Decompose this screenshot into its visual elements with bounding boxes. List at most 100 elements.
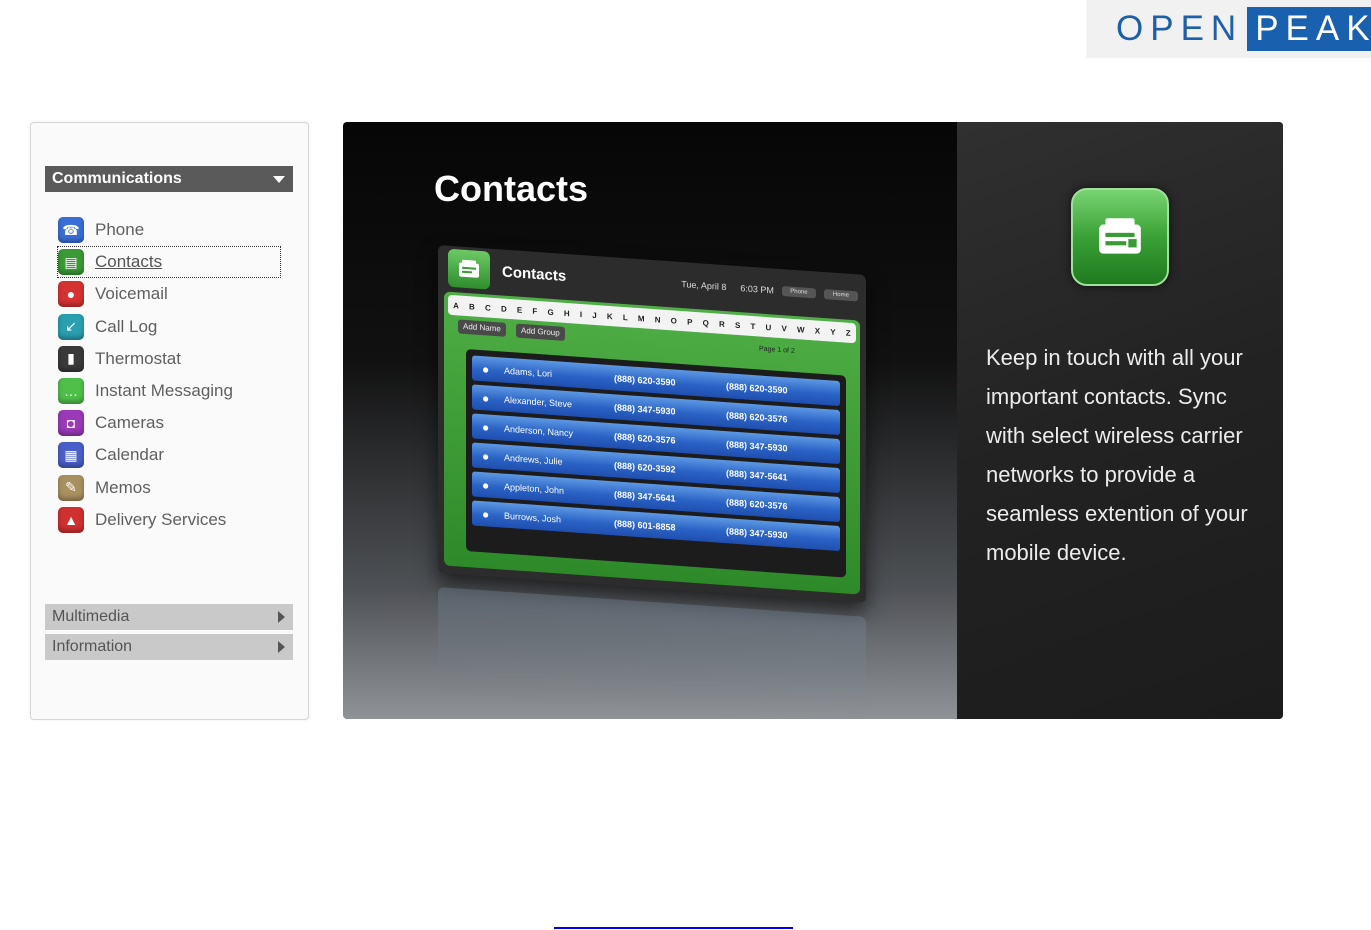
section-label: Communications	[52, 170, 182, 187]
contact-name: Alexander, Steve	[504, 394, 573, 409]
contact-phone-1: (888) 601-8858	[614, 517, 676, 533]
sidebar-item-delivery-services[interactable]: ▲ Delivery Services	[57, 504, 281, 536]
sidebar-item-label: Memos	[95, 477, 151, 497]
sidebar-item-thermostat[interactable]: ▮ Thermostat	[57, 343, 281, 375]
sidebar-item-calendar[interactable]: ▦ Calendar	[57, 439, 281, 471]
voicemail-icon: ●	[58, 281, 84, 308]
alphabet-letter: G	[547, 307, 554, 317]
contact-list: ● Adams, Lori (888) 620-3590 (888) 620-3590…	[466, 348, 846, 578]
thermostat-icon: ▮	[58, 345, 84, 372]
alphabet-letter: C	[484, 302, 491, 313]
alphabet-letter: I	[579, 309, 583, 319]
device-reflection	[438, 587, 866, 719]
chevron-down-icon	[273, 175, 285, 183]
device-screenshot: Contacts Tue, April 8 6:03 PM Phone Home…	[438, 245, 866, 603]
contact-name: Anderson, Nancy	[504, 423, 574, 438]
cameras-icon: ◘	[58, 410, 84, 437]
device-title: Contacts	[502, 263, 567, 285]
contact-phone-1: (888) 620-3590	[614, 372, 676, 388]
info-panel: Keep in touch with all your important co…	[957, 122, 1283, 719]
contact-phone-1: (888) 347-5641	[614, 488, 676, 504]
sidebar-item-label: Phone	[95, 220, 145, 240]
contact-name: Andrews, Julie	[504, 452, 563, 467]
chevron-right-icon	[278, 641, 285, 653]
alphabet-letter: F	[532, 306, 538, 316]
alphabet-letter: S	[734, 320, 741, 330]
openpeak-logo: OPEN PEAK	[1086, 0, 1371, 58]
alphabet-letter: P	[687, 316, 693, 327]
alphabet-letter: J	[592, 310, 597, 320]
alphabet-letter: T	[750, 321, 756, 331]
sidebar-item-instant-messaging[interactable]: … Instant Messaging	[57, 375, 281, 407]
device-date: Tue, April 8	[681, 279, 727, 293]
sidebar-item-label: Cameras	[95, 413, 164, 433]
alphabet-letter: O	[670, 315, 677, 326]
contact-phone-2: (888) 620-3576	[726, 409, 788, 424]
sidebar-item-label: Thermostat	[95, 348, 181, 368]
contact-phone-1: (888) 347-5930	[614, 401, 676, 417]
calendar-icon: ▦	[58, 442, 84, 469]
sidebar-item-phone[interactable]: ☎ Phone	[57, 214, 281, 246]
sidebar-item-label: Contacts	[95, 252, 163, 272]
section-label: Information	[52, 638, 133, 655]
delivery-services-icon: ▲	[58, 506, 84, 533]
device-time: 6:03 PM	[740, 283, 774, 296]
hero-panel: Contacts Contacts Tue, April 8 6:03 PM P…	[343, 122, 1283, 719]
person-icon: ●	[482, 506, 490, 522]
contact-phone-2: (888) 347-5930	[726, 438, 788, 453]
add-group-button: Add Group	[516, 323, 565, 341]
alphabet-letter: R	[719, 319, 725, 329]
sidebar-item-label: Delivery Services	[95, 509, 227, 529]
communications-menu: ☎ Phone ▤ Contacts ● Voicemail ↙ Call Log ▮ Therm…	[57, 214, 281, 536]
section-label: Multimedia	[52, 608, 130, 625]
sidebar-item-contacts[interactable]: ▤ Contacts	[57, 246, 281, 279]
alphabet-letter: Y	[830, 326, 836, 337]
memos-icon: ✎	[58, 474, 84, 501]
section-communications[interactable]: Communications	[45, 166, 293, 192]
sidebar: Communications ☎ Phone ▤ Contacts ● Voicemail…	[30, 122, 309, 720]
phone-icon: ☎	[58, 217, 84, 244]
contact-name: Burrows, Josh	[504, 510, 562, 525]
alphabet-letter: V	[781, 323, 787, 333]
alphabet-letter: L	[622, 312, 628, 322]
sidebar-item-label: Instant Messaging	[95, 381, 233, 401]
person-icon: ●	[482, 448, 490, 464]
hero-title: Contacts	[434, 168, 589, 209]
section-multimedia[interactable]: Multimedia	[45, 604, 293, 630]
sidebar-item-cameras[interactable]: ◘ Cameras	[57, 407, 281, 439]
person-icon: ●	[482, 419, 490, 435]
contact-phone-2: (888) 347-5641	[726, 467, 788, 482]
contacts-icon	[1071, 188, 1169, 286]
contact-name: Adams, Lori	[504, 365, 553, 379]
alphabet-letter: A	[453, 300, 459, 310]
person-icon: ●	[482, 361, 490, 377]
sidebar-item-memos[interactable]: ✎ Memos	[57, 472, 281, 504]
alphabet-letter: U	[765, 322, 772, 332]
page-indicator: Page 1 of 2	[759, 345, 795, 355]
sidebar-item-label: Voicemail	[95, 284, 168, 304]
alphabet-letter: N	[654, 314, 661, 325]
call-log-icon: ↙	[58, 313, 84, 340]
person-icon: ●	[482, 390, 490, 406]
person-icon: ●	[482, 477, 490, 493]
logo-peak: PEAK	[1247, 7, 1371, 51]
link-underline	[554, 927, 793, 929]
contact-phone-1: (888) 620-3576	[614, 430, 676, 446]
contact-phone-2: (888) 620-3576	[726, 496, 788, 511]
alphabet-letter: D	[500, 303, 507, 314]
alphabet-letter: E	[516, 305, 523, 315]
hero-description: Keep in touch with all your important co…	[986, 345, 1248, 565]
sidebar-item-label: Calendar	[95, 445, 164, 465]
contacts-icon	[448, 248, 490, 290]
sidebar-item-voicemail[interactable]: ● Voicemail	[57, 278, 281, 310]
sidebar-item-label: Call Log	[95, 316, 158, 336]
contact-name: Appleton, John	[504, 481, 565, 496]
contact-phone-2: (888) 620-3590	[726, 380, 788, 395]
add-name-button: Add Name	[458, 319, 506, 337]
contacts-icon: ▤	[58, 249, 84, 276]
alphabet-letter: M	[637, 313, 645, 323]
section-information[interactable]: Information	[45, 634, 293, 660]
alphabet-letter: W	[797, 324, 805, 335]
device-body: ABCDEFGHIJKLMNOPQRSTUVWXYZ Add Name Add …	[444, 291, 860, 595]
sidebar-item-call-log[interactable]: ↙ Call Log	[57, 311, 281, 343]
